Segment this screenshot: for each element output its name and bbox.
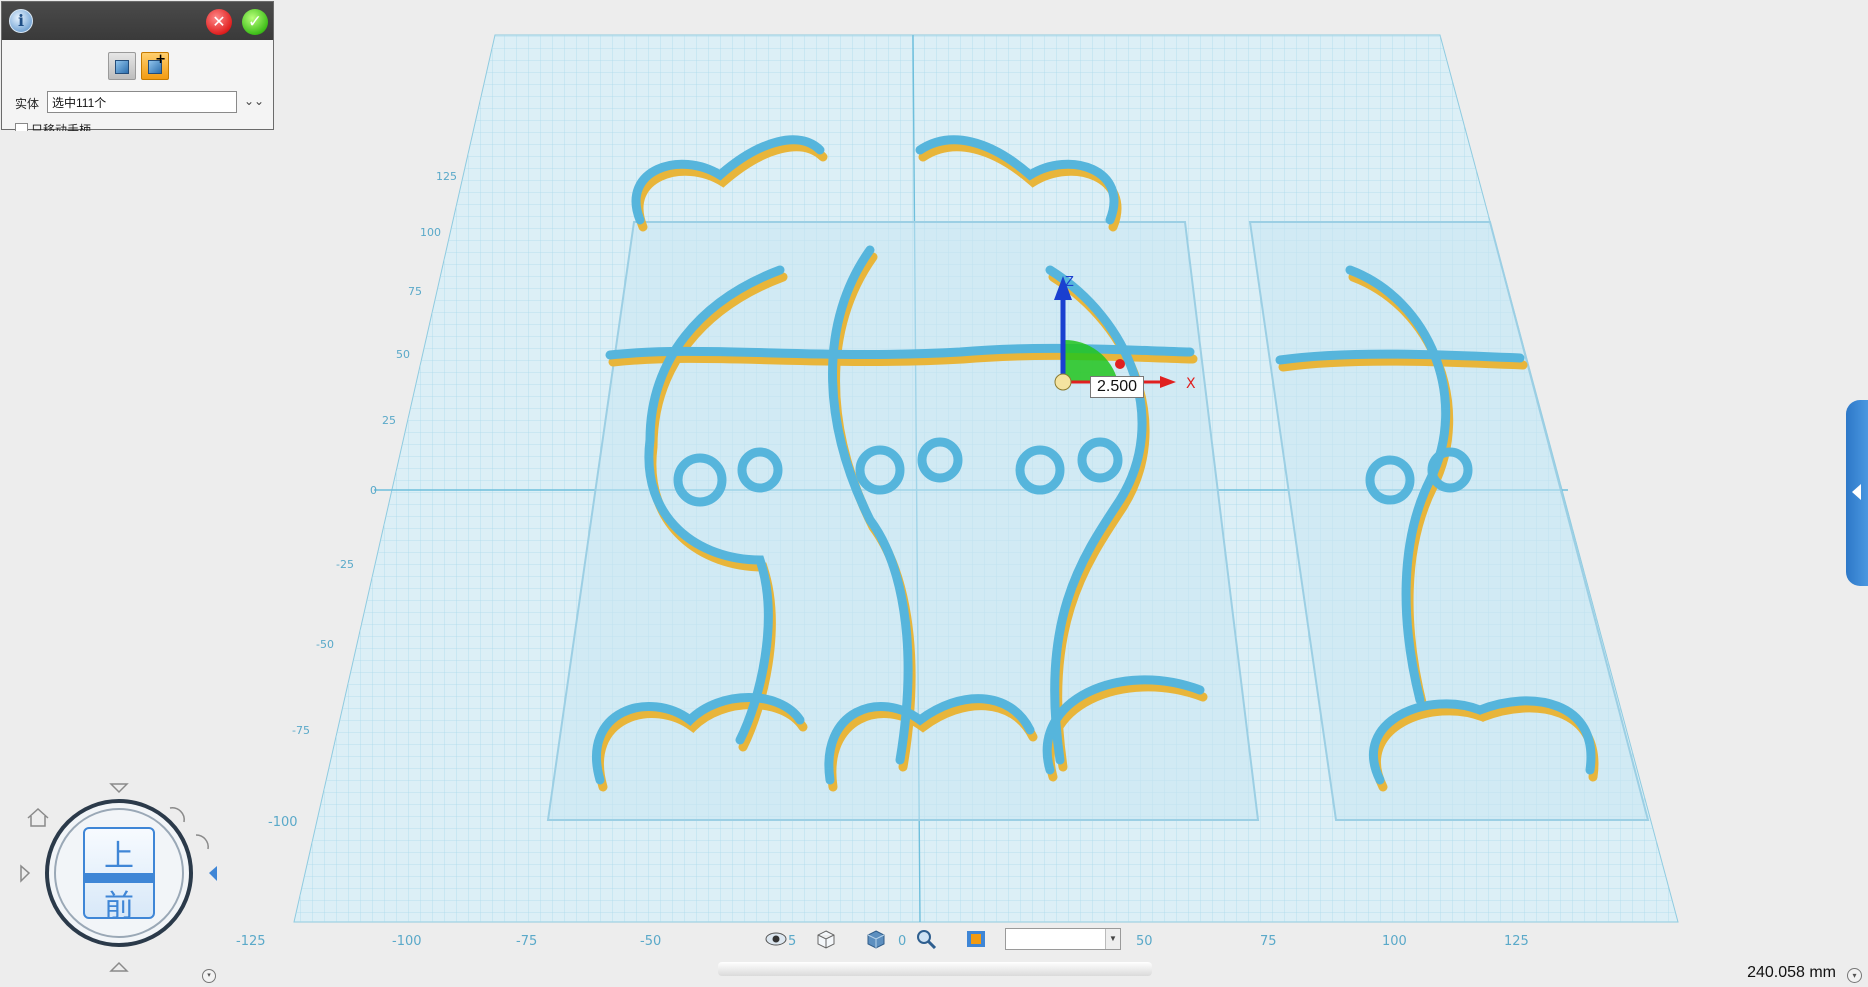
move-handle-only-label: 只移动手柄 xyxy=(31,123,92,131)
view-right-arrow-icon xyxy=(209,866,217,881)
view-mode-dropdown[interactable]: ▼ xyxy=(1005,928,1121,950)
cube-icon xyxy=(115,60,129,74)
entity-selection-field[interactable] xyxy=(47,91,237,113)
add-entity-mode-button[interactable]: + xyxy=(141,52,169,80)
measurement-readout: 240.058 mm xyxy=(1747,964,1836,981)
view-left-arrow-icon xyxy=(20,864,31,883)
y-tick-125: 125 xyxy=(436,170,457,183)
y-tick-100: 100 xyxy=(420,226,441,239)
measurement-options-chevron-icon[interactable]: ▾ xyxy=(1847,968,1862,983)
dimension-input[interactable]: 2.500 xyxy=(1090,376,1144,398)
rotate-cw-icon xyxy=(195,834,209,850)
gizmo-axis-z: Z xyxy=(1065,275,1074,290)
rotate-ccw-icon xyxy=(169,807,185,823)
entity-label: 实体 xyxy=(15,97,40,111)
x-tick-50: 50 xyxy=(1136,934,1153,949)
view-navigator[interactable]: 上 前 ▾ xyxy=(0,775,240,987)
view-up-arrow-icon xyxy=(109,961,129,972)
y-tick-50: 50 xyxy=(396,348,410,361)
zoom-magnifier-icon[interactable] xyxy=(915,929,937,949)
y-tick-0: 0 xyxy=(370,484,377,497)
gizmo-axis-x: X xyxy=(1186,376,1196,392)
double-chevron-down-icon[interactable]: ⌄⌄ xyxy=(244,94,264,108)
3d-viewport[interactable]: Z X 125 100 75 50 25 0 -25 -50 -75 -100 … xyxy=(0,0,1868,987)
toolbar-shelf xyxy=(718,962,1152,976)
x-tick-100: 100 xyxy=(1382,934,1407,949)
move-handle-only-checkbox[interactable] xyxy=(15,123,28,131)
y-tick-25: 25 xyxy=(382,414,396,427)
move-handle-only-row[interactable]: 只移动手柄 xyxy=(15,121,91,131)
x-tick-minus75: -75 xyxy=(516,934,537,949)
home-icon xyxy=(27,807,49,827)
y-tick-minus75: -75 xyxy=(292,724,310,737)
y-tick-minus50: -50 xyxy=(316,638,334,651)
y-tick-minus25: -25 xyxy=(336,558,354,571)
y-tick-minus100: -100 xyxy=(268,815,298,830)
x-tick-minus100: -100 xyxy=(392,934,422,949)
select-entity-mode-button[interactable] xyxy=(108,52,136,80)
collapse-left-arrow-icon xyxy=(1852,484,1861,500)
x-tick-minus50: -50 xyxy=(640,934,661,949)
confirm-button[interactable]: ✓ xyxy=(242,9,268,35)
cancel-button[interactable]: ✕ xyxy=(206,9,232,35)
view-cube-front-label[interactable]: 前 xyxy=(85,881,153,925)
shaded-cube-icon[interactable] xyxy=(865,929,887,949)
dropdown-arrow-icon[interactable]: ▼ xyxy=(1105,929,1120,949)
view-cube-top-label[interactable]: 上 xyxy=(85,831,153,875)
y-tick-75: 75 xyxy=(408,285,422,298)
panel-titlebar: i ✕ ✓ xyxy=(2,2,273,40)
info-icon[interactable]: i xyxy=(9,9,33,33)
view-cube-face[interactable]: 上 前 xyxy=(83,827,155,924)
x-tick-minus125: -125 xyxy=(236,934,266,949)
fit-view-icon[interactable] xyxy=(965,929,987,949)
visibility-eye-icon[interactable] xyxy=(765,929,787,949)
x-tick-75: 75 xyxy=(1260,934,1277,949)
view-down-arrow-icon xyxy=(109,783,129,794)
side-panel-toggle[interactable] xyxy=(1846,400,1868,586)
move-properties-panel: i ✕ ✓ + 实体 ⌄⌄ 只移动手柄 xyxy=(1,1,274,131)
bottom-toolbar: ▼ xyxy=(760,925,1130,953)
wireframe-cube-icon[interactable] xyxy=(815,929,837,949)
x-tick-125: 125 xyxy=(1504,934,1529,949)
view-options-chevron-icon[interactable]: ▾ xyxy=(202,969,216,983)
